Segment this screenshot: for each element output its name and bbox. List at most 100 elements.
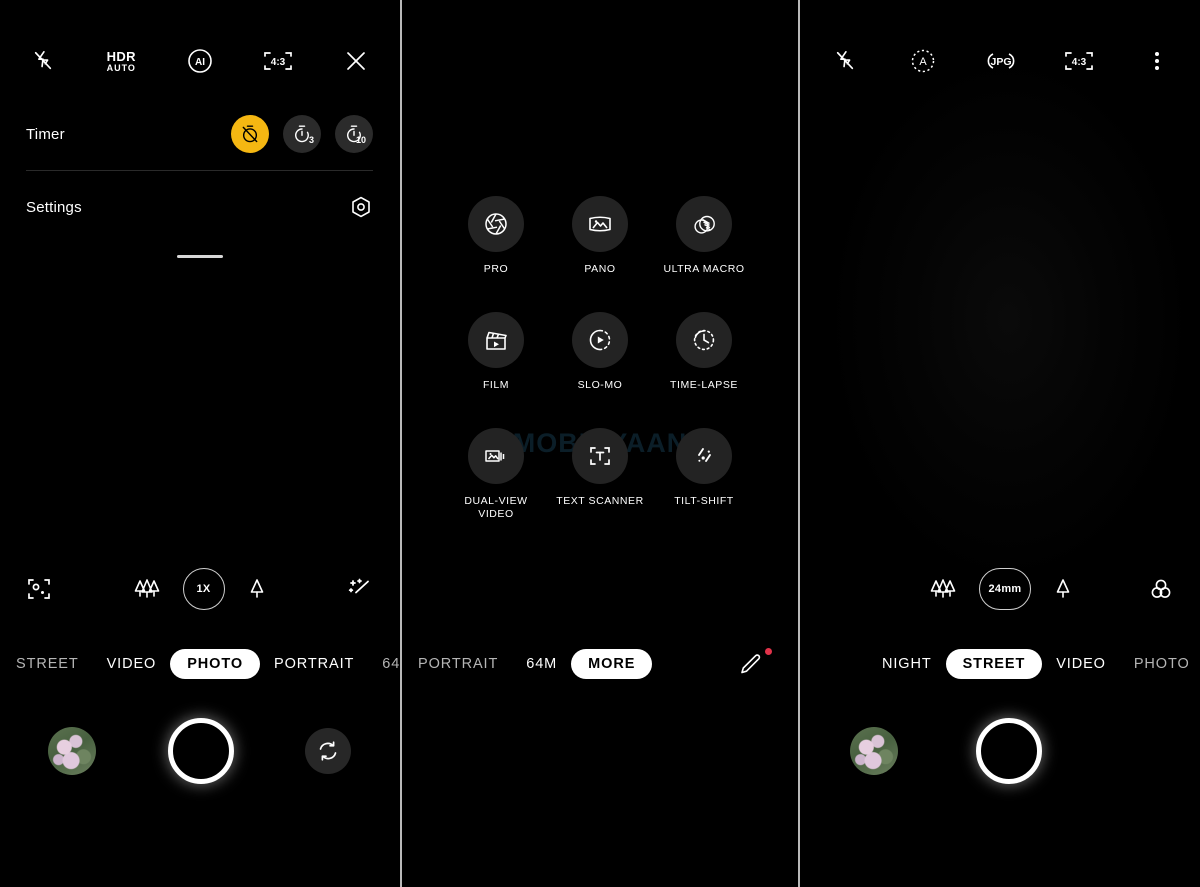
mode-tile-label: FILM <box>482 379 510 392</box>
aspect-ratio-icon[interactable]: 4:3 <box>261 44 295 78</box>
shutter-button[interactable] <box>167 718 234 784</box>
panorama-icon <box>572 196 628 252</box>
svg-text:4:3: 4:3 <box>1072 57 1087 68</box>
mode-tile-text-scanner[interactable]: TEXT SCANNER <box>548 428 652 521</box>
hdr-label: HDR <box>106 48 136 64</box>
shutter-button[interactable] <box>976 718 1042 784</box>
more-modes-grid: PRO PANO ULTRA MACRO FILM SLO-MO TIME-LA… <box>402 196 798 522</box>
mode-64m[interactable]: 64M <box>368 656 399 672</box>
mode-tile-dual-view-video[interactable]: DUAL-VIEW VIDEO <box>444 428 548 521</box>
aspect-ratio-icon[interactable]: 4:3 <box>1062 44 1096 78</box>
single-tree-icon[interactable] <box>1053 577 1073 601</box>
timer-10s-button[interactable]: 10 <box>335 115 373 153</box>
timer-3s-label: 3 <box>308 135 314 145</box>
mode-street[interactable]: STREET <box>2 656 93 672</box>
timer-options: 3 10 <box>231 115 373 153</box>
gear-icon[interactable] <box>349 195 373 219</box>
timer-10s-label: 10 <box>355 135 366 145</box>
sheet-grabber[interactable] <box>176 255 223 258</box>
jpg-format-icon[interactable]: JPG <box>984 44 1018 78</box>
timer-3s-button[interactable]: 3 <box>283 115 321 153</box>
slow-motion-icon <box>572 312 628 369</box>
timer-off-button[interactable] <box>231 115 269 153</box>
mode-video[interactable]: VIDEO <box>1042 656 1120 672</box>
mode-tile-label: DUAL-VIEW VIDEO <box>464 495 528 521</box>
focal-length-button[interactable]: 24mm <box>979 568 1031 610</box>
mode-tile-film[interactable]: FILM <box>444 312 548 392</box>
svg-text:AI: AI <box>195 57 205 68</box>
flash-off-icon[interactable] <box>26 44 60 78</box>
panel3-top-bar: A JPG 4:3 <box>802 40 1200 82</box>
panel1-lens-bar: 1X <box>0 567 399 611</box>
mode-tile-ultra-macro[interactable]: ULTRA MACRO <box>652 196 756 276</box>
mode-tile-tilt-shift[interactable]: TILT-SHIFT <box>652 428 756 521</box>
mode-tile-label: ULTRA MACRO <box>663 263 745 275</box>
mode-64m[interactable]: 64M <box>512 656 571 672</box>
timer-row: Timer 3 10 <box>0 98 399 170</box>
panel1-top-bar: HDR AUTO AI 4:3 <box>0 40 399 82</box>
camera-screen-more-modes: MOBIGYAAN PRO <box>400 0 800 887</box>
settings-row[interactable]: Settings <box>0 171 399 243</box>
timer-label: Timer <box>26 125 65 143</box>
hdr-mode-label: AUTO <box>106 62 136 73</box>
camera-screen-street-mode: A JPG 4:3 24mm NIGHT STREET VIDEO PHOTO <box>802 0 1200 887</box>
dual-view-icon <box>468 428 524 485</box>
hdr-auto-button[interactable]: HDR AUTO <box>104 44 138 78</box>
magic-wand-icon[interactable] <box>347 576 373 602</box>
svg-text:4:3: 4:3 <box>271 57 286 68</box>
mode-tile-pano[interactable]: PANO <box>548 196 652 276</box>
ultra-wide-trees-icon[interactable] <box>929 577 957 601</box>
aperture-icon <box>468 196 524 252</box>
edit-modes-new-badge <box>765 648 772 655</box>
panel1-shutter-bar <box>0 713 399 789</box>
panel1-mode-strip: STREET VIDEO PHOTO PORTRAIT 64M <box>0 647 399 681</box>
mode-tile-label: PRO <box>483 263 509 275</box>
mode-photo[interactable]: PHOTO <box>1120 656 1200 672</box>
mode-portrait[interactable]: PORTRAIT <box>260 656 368 672</box>
mode-tile-label: SLO-MO <box>577 379 623 392</box>
svg-text:JPG: JPG <box>990 56 1011 68</box>
text-scanner-icon <box>572 428 628 485</box>
flash-off-icon[interactable] <box>828 44 862 78</box>
camera-screen-photo-mode: HDR AUTO AI 4:3 Timer 3 10 Settings 1X S… <box>0 0 399 887</box>
panel3-shutter-bar <box>802 713 1200 789</box>
ai-scene-icon[interactable]: AI <box>183 44 217 78</box>
svg-text:A: A <box>919 56 927 68</box>
color-filters-icon[interactable] <box>1148 576 1174 602</box>
mode-video[interactable]: VIDEO <box>93 656 171 672</box>
clapperboard-icon <box>468 312 524 369</box>
quick-settings-sheet: Timer 3 10 Settings <box>0 98 399 258</box>
mode-tile-pro[interactable]: PRO <box>444 196 548 276</box>
mode-portrait[interactable]: PORTRAIT <box>404 656 512 672</box>
panel3-mode-strip: NIGHT STREET VIDEO PHOTO <box>802 647 1200 681</box>
focal-length-label: 24mm <box>988 583 1022 595</box>
mode-photo[interactable]: PHOTO <box>170 649 261 679</box>
macro-petal-icon <box>676 196 732 252</box>
time-lapse-icon <box>676 312 732 369</box>
edit-modes-pencil[interactable] <box>734 647 768 681</box>
screenshot-collage: HDR AUTO AI 4:3 Timer 3 10 Settings 1X S… <box>0 0 1200 887</box>
mode-street[interactable]: STREET <box>945 649 1043 679</box>
ultra-wide-trees-icon[interactable] <box>133 577 161 601</box>
zoom-level-button[interactable]: 1X <box>182 568 225 610</box>
mode-tile-time-lapse[interactable]: TIME-LAPSE <box>652 312 756 392</box>
mode-more[interactable]: MORE <box>571 649 653 679</box>
settings-label: Settings <box>26 198 82 216</box>
zoom-level-label: 1X <box>196 583 211 595</box>
mode-night[interactable]: NIGHT <box>868 656 946 672</box>
switch-camera-button[interactable] <box>305 728 351 774</box>
auto-white-balance-icon[interactable]: A <box>906 44 940 78</box>
single-tree-icon[interactable] <box>247 577 267 601</box>
overflow-menu-icon[interactable] <box>1140 44 1174 78</box>
close-icon[interactable] <box>339 44 373 78</box>
panel3-lens-bar: 24mm <box>802 567 1200 611</box>
mode-tile-label: TILT-SHIFT <box>674 495 734 508</box>
mode-tile-label: TEXT SCANNER <box>556 495 644 508</box>
gallery-thumbnail[interactable] <box>850 727 898 775</box>
focus-peaking-icon[interactable] <box>26 576 52 602</box>
tilt-shift-icon <box>676 428 732 485</box>
gallery-thumbnail[interactable] <box>48 727 96 775</box>
mode-tile-label: PANO <box>584 263 616 275</box>
mode-tile-label: TIME-LAPSE <box>670 379 738 392</box>
mode-tile-slo-mo[interactable]: SLO-MO <box>548 312 652 392</box>
